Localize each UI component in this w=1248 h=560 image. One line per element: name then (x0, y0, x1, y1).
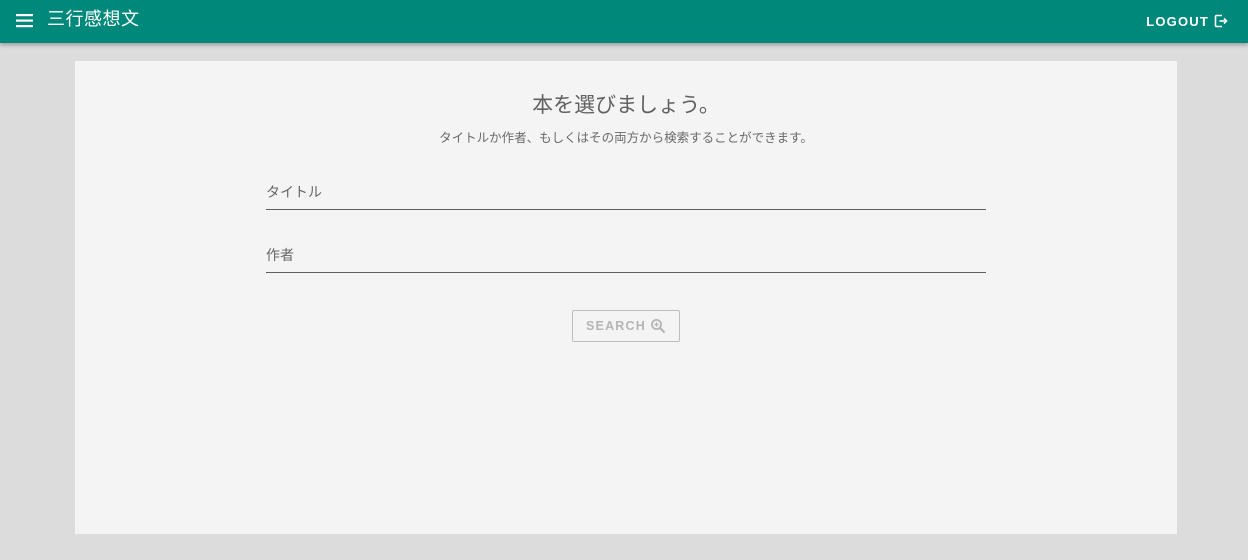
menu-button[interactable] (12, 9, 38, 33)
logout-button[interactable]: LOGOUT (1146, 12, 1228, 30)
search-zoom-icon (650, 318, 666, 334)
page-subheading: タイトルか作者、もしくはその両方から検索することができます。 (439, 130, 813, 145)
search-card: 本を選びましょう。 タイトルか作者、もしくはその両方から検索することができます。… (75, 61, 1177, 534)
page-heading: 本を選びましょう。 (532, 93, 720, 117)
menu-icon (12, 9, 38, 33)
title-input[interactable] (266, 180, 986, 206)
author-input[interactable] (266, 243, 986, 269)
search-label: SEARCH (586, 319, 646, 333)
logout-icon (1214, 14, 1228, 28)
app-bar: 三行感想文 LOGOUT (0, 0, 1248, 43)
search-button[interactable]: SEARCH (572, 310, 680, 342)
logout-label: LOGOUT (1146, 13, 1209, 29)
app-title: 三行感想文 (47, 9, 140, 30)
author-field (266, 239, 986, 273)
title-field (266, 176, 986, 210)
